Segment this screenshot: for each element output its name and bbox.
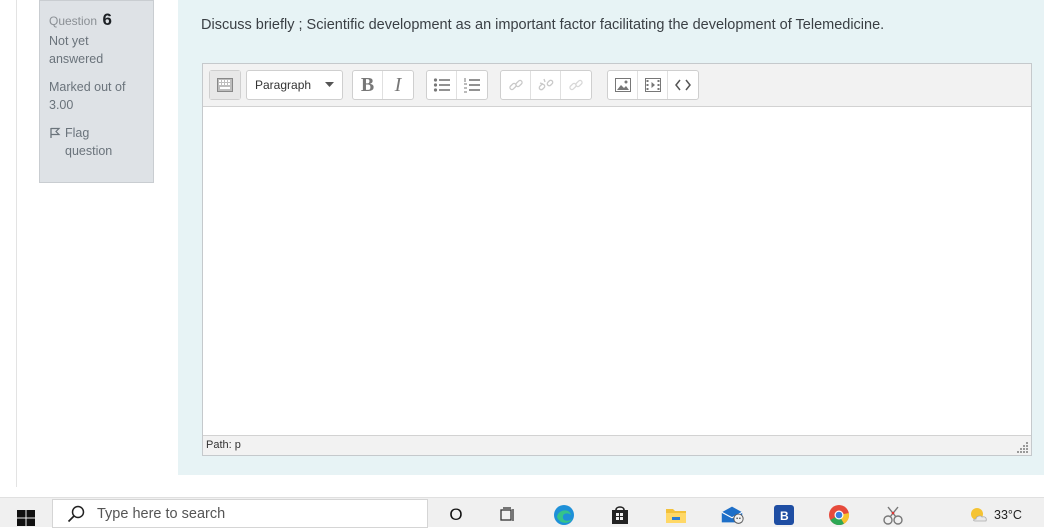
edge-browser-icon[interactable]: [551, 504, 577, 526]
italic-icon: I: [394, 73, 402, 96]
mail-app-icon[interactable]: [719, 504, 745, 526]
question-state: Not yet answered: [49, 34, 104, 66]
bold-button[interactable]: B: [353, 71, 383, 99]
question-number: Question 6: [49, 11, 144, 30]
italic-button[interactable]: I: [383, 71, 413, 99]
question-text: Discuss briefly ; Scientific development…: [201, 17, 885, 33]
insert-media-button[interactable]: [638, 71, 668, 99]
windows-start-icon[interactable]: [17, 510, 35, 526]
link-button[interactable]: [501, 71, 531, 99]
text-style-group: B I: [352, 70, 414, 100]
flag-question-label: Flag question: [65, 126, 113, 158]
link-group: [500, 70, 592, 100]
list-group: [426, 70, 488, 100]
keyboard-icon: [217, 78, 233, 92]
windows-taskbar: Type here to search O B 33°C: [0, 497, 1044, 528]
search-icon: [67, 505, 85, 522]
question-grade: Marked out of 3.00: [49, 80, 126, 112]
cortana-glyph: O: [449, 505, 463, 524]
anchor-link-icon: [569, 79, 583, 91]
snipping-tool-icon[interactable]: [880, 504, 906, 526]
bold-icon: B: [360, 73, 375, 96]
ordered-list-button[interactable]: [457, 71, 487, 99]
ordered-list-icon: [464, 78, 480, 93]
format-select-value: Paragraph: [255, 78, 312, 92]
question-number-value: 6: [102, 10, 112, 29]
chrome-browser-icon[interactable]: [826, 504, 852, 526]
unordered-list-button[interactable]: [427, 71, 457, 99]
question-formulation: Discuss briefly ; Scientific development…: [178, 0, 1044, 475]
weather-widget[interactable]: 33°C: [968, 506, 1022, 524]
editor-toolbar: Paragraph B I: [203, 64, 1031, 107]
insert-image-button[interactable]: [608, 71, 638, 99]
question-info-panel: Question 6 Not yet answered Marked out o…: [39, 0, 154, 183]
link-icon: [508, 79, 523, 91]
flag-question-link[interactable]: Flag question: [49, 124, 144, 160]
temperature-label: 33°C: [994, 508, 1022, 522]
resize-handle-icon[interactable]: [1015, 439, 1029, 453]
cortana-icon[interactable]: O: [443, 504, 469, 526]
file-explorer-icon[interactable]: [663, 504, 689, 526]
editor-content-area[interactable]: [203, 107, 1031, 435]
taskbar-search-box[interactable]: Type here to search: [52, 499, 428, 528]
anchor-button[interactable]: [561, 71, 591, 99]
format-select-group: Paragraph: [246, 70, 344, 100]
editor-path: Path: p: [206, 439, 241, 451]
code-icon: [675, 79, 691, 91]
unlink-button[interactable]: [531, 71, 561, 99]
answer-editor: Paragraph B I Path: p: [202, 63, 1032, 456]
flag-icon: [50, 127, 61, 138]
svg-text:B: B: [780, 509, 789, 523]
search-placeholder: Type here to search: [97, 505, 226, 522]
microsoft-store-icon[interactable]: [607, 504, 633, 526]
format-select[interactable]: Paragraph: [247, 71, 342, 99]
page-left-border: [16, 0, 17, 487]
unordered-list-icon: [433, 78, 450, 92]
editor-statusbar: Path: p: [203, 435, 1031, 455]
media-icon: [644, 78, 661, 92]
dropdown-caret-icon: [325, 82, 335, 87]
task-view-icon[interactable]: [495, 504, 521, 526]
image-icon: [614, 78, 631, 92]
toolbar-toggle-button[interactable]: [210, 71, 240, 99]
unlink-icon: [538, 78, 553, 91]
toolbar-toggle-group: [209, 70, 241, 100]
b-app-icon[interactable]: B: [771, 504, 797, 526]
question-label: Question: [49, 14, 98, 28]
html-source-button[interactable]: [668, 71, 698, 99]
media-group: [607, 70, 699, 100]
weather-sun-icon: [971, 508, 987, 522]
